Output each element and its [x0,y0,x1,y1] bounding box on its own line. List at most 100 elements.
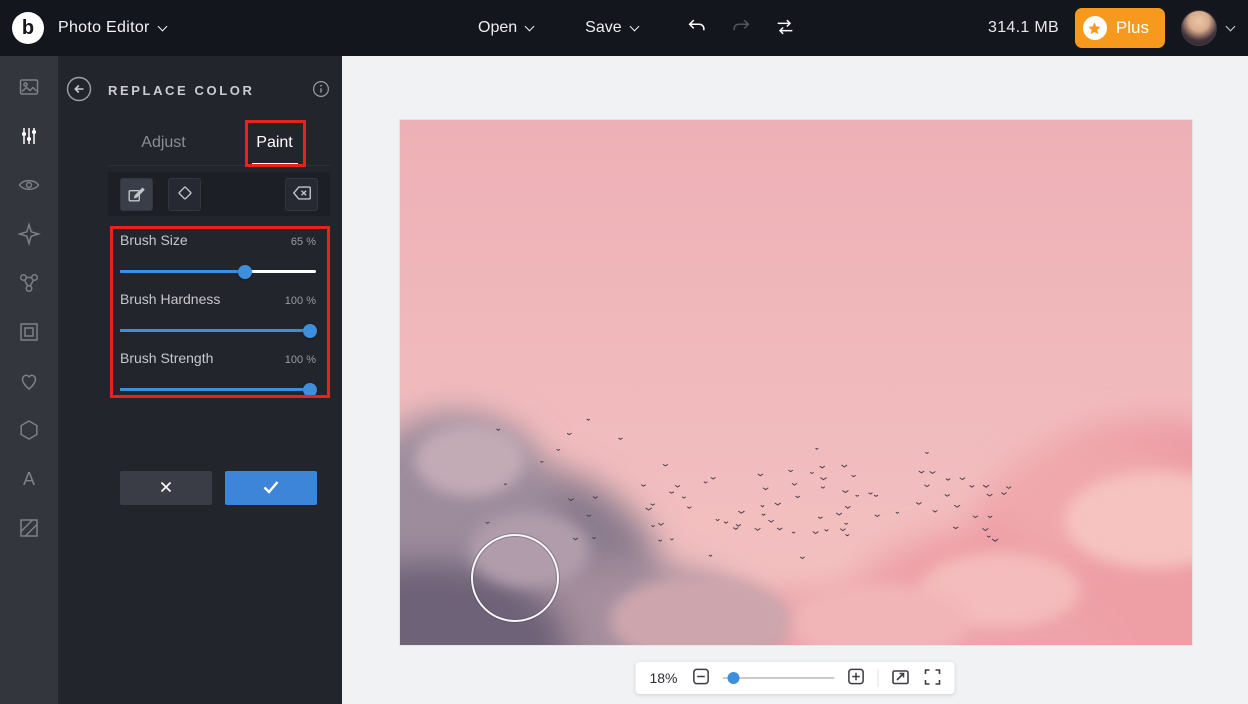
brush-hardness-slider[interactable] [120,323,316,337]
zoom-slider[interactable] [723,671,835,685]
eraser-icon [291,182,313,207]
tab-adjust[interactable]: Adjust [108,120,219,165]
text-icon: A [17,467,41,496]
save-label: Save [585,19,621,37]
info-icon [312,80,330,101]
artsy-molecule-icon [17,271,41,300]
tab-paint[interactable]: Paint [219,120,330,165]
brush-hardness-label: Brush Hardness [120,291,220,307]
back-button[interactable] [65,76,93,104]
apply-button[interactable] [225,471,317,505]
brush-strength-value: 100 % [285,354,316,366]
graphics-heart-icon [17,369,41,398]
canvas-area: 18% [342,56,1248,704]
tab-adjust-label: Adjust [141,134,185,152]
brush-hardness-value: 100 % [285,295,316,307]
sidebar-item-overlays[interactable] [16,419,42,445]
fill-diamond-icon [174,182,196,207]
replace-color-panel: REPLACE COLOR Adjust Paint [58,56,342,704]
save-menu[interactable]: Save [585,19,637,37]
photos-icon [17,75,41,104]
toolbar-divider [878,669,879,687]
compare-icon [774,16,796,41]
brush-strength-slider[interactable] [120,382,316,396]
sidebar-item-touchup[interactable] [16,174,42,200]
chevron-down-icon [525,21,535,31]
zoom-toolbar: 18% [636,662,955,694]
brush-strength-control: Brush Strength 100 % [120,350,316,396]
brush-hardness-slider-thumb[interactable] [303,324,317,338]
brush-sliders: Brush Size 65 % Brush Hardness 100 % [120,232,316,409]
fill-tool[interactable] [168,178,201,211]
fit-to-screen-button[interactable] [891,667,911,690]
chevron-down-icon [157,21,167,31]
touchup-eye-icon [17,173,41,202]
undo-button[interactable] [682,12,712,45]
back-arrow-icon [66,76,92,105]
redo-button[interactable] [726,12,756,45]
zoom-in-button[interactable] [847,667,866,689]
app-title: Photo Editor [58,19,150,37]
app-switcher-menu[interactable]: Photo Editor [58,19,166,37]
plus-label: Plus [1116,18,1149,38]
effects-star-icon [17,222,41,251]
chevron-down-icon[interactable] [1226,21,1236,31]
zoom-slider-thumb[interactable] [728,672,740,684]
sidebar-item-text[interactable]: A [16,468,42,494]
panel-actions [120,471,317,505]
plus-icon [847,667,866,689]
open-menu[interactable]: Open [478,19,533,37]
sidebar-item-graphics[interactable] [16,370,42,396]
tab-paint-label: Paint [256,134,292,152]
fit-to-screen-icon [891,667,911,690]
panel-tabs: Adjust Paint [108,120,330,166]
erase-tool[interactable] [285,178,318,211]
open-label: Open [478,19,517,37]
canvas-image[interactable] [400,120,1192,645]
brush-size-value: 65 % [291,236,316,248]
edit-sliders-icon [17,124,41,153]
topbar: b Photo Editor Open Save [0,0,1248,56]
fullscreen-icon [923,667,943,690]
sidebar-item-frames[interactable] [16,321,42,347]
star-icon [1083,16,1107,40]
compare-button[interactable] [770,12,800,45]
chevron-down-icon [629,21,639,31]
fullscreen-button[interactable] [923,667,943,690]
paint-brush-tool[interactable] [120,178,153,211]
checkmark-icon [261,477,281,500]
paint-tools [108,172,330,216]
sidebar-item-effects[interactable] [16,223,42,249]
textures-icon [17,516,41,545]
memory-usage: 314.1 MB [988,19,1059,37]
avatar[interactable] [1181,10,1217,46]
cancel-icon [157,478,175,499]
panel-title: REPLACE COLOR [108,83,254,98]
befunky-logo[interactable]: b [12,12,44,44]
brush-strength-slider-thumb[interactable] [303,383,317,397]
svg-text:A: A [23,469,35,489]
zoom-out-button[interactable] [692,667,711,689]
brush-hardness-control: Brush Hardness 100 % [120,291,316,337]
cancel-button[interactable] [120,471,212,505]
zoom-level: 18% [648,670,680,686]
sidebar-item-edit[interactable] [16,125,42,151]
brush-size-slider-thumb[interactable] [238,265,252,279]
info-button[interactable] [312,80,330,101]
sidebar-item-artsy[interactable] [16,272,42,298]
redo-icon [730,16,752,41]
brush-size-label: Brush Size [120,232,188,248]
sidebar-item-photos[interactable] [16,76,42,102]
brush-size-slider[interactable] [120,264,316,278]
frames-icon [17,320,41,349]
minus-icon [692,667,711,689]
logo-letter: b [22,17,34,40]
paint-brush-icon [126,182,148,207]
undo-icon [686,16,708,41]
sidebar-item-textures[interactable] [16,517,42,543]
photo-editor-app: b Photo Editor Open Save [0,0,1248,704]
sidebar: A [0,56,58,704]
plus-upgrade-button[interactable]: Plus [1075,8,1165,48]
brush-size-control: Brush Size 65 % [120,232,316,278]
overlays-hexagon-icon [17,418,41,447]
